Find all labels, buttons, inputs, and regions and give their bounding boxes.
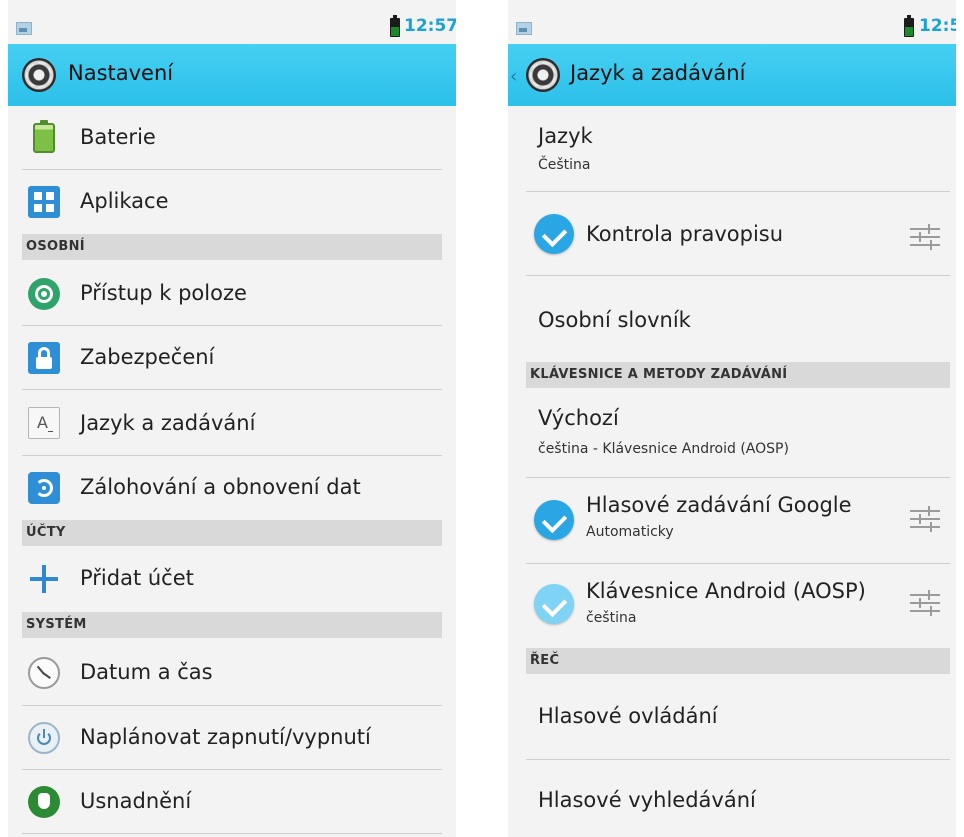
language-icon: A (28, 407, 60, 439)
aosp-keyboard-checkbox[interactable] (534, 584, 574, 624)
voice-search-setting[interactable]: Hlasové vyhledávání (508, 760, 956, 837)
settings-gear-icon[interactable] (526, 58, 560, 92)
status-time: 12:57 (404, 16, 456, 36)
item-label: Hlasové ovládání (538, 704, 718, 728)
status-bar: 12:57 (8, 0, 456, 44)
item-label: Baterie (80, 125, 156, 149)
section-header-system: SYSTÉM (22, 612, 442, 638)
item-label: Jazyk a zadávání (80, 411, 256, 435)
accessibility-icon (28, 786, 60, 818)
image-notification-icon (16, 22, 32, 35)
item-value: Čeština (538, 157, 591, 173)
item-label: Osobní slovník (538, 308, 691, 332)
settings-item-apps[interactable]: Aplikace (8, 170, 456, 234)
default-input-setting[interactable]: Výchozí čeština - Klávesnice Android (AO… (508, 390, 956, 478)
settings-item-accessibility[interactable]: Usnadnění (8, 770, 456, 834)
language-setting[interactable]: Jazyk Čeština (508, 106, 956, 192)
settings-gear-icon[interactable] (22, 58, 56, 92)
section-header-keyboards: KLÁVESNICE A METODY ZADÁVÁNÍ (526, 362, 950, 388)
backup-icon (28, 472, 60, 504)
status-time: 12:57 (919, 16, 956, 36)
item-label: Datum a čas (80, 660, 213, 684)
google-voice-typing-setting[interactable]: Hlasové zadávání Google Automaticky (508, 478, 956, 564)
section-header-speech: ŘEČ (526, 648, 950, 674)
item-label: Hlasové zadávání Google (586, 493, 852, 517)
settings-item-schedule-power[interactable]: Naplánovat zapnutí/vypnutí (8, 706, 456, 770)
personal-dictionary-setting[interactable]: Osobní slovník (508, 276, 956, 362)
action-bar: ‹ Jazyk a zadávání (508, 44, 956, 106)
lock-icon (28, 342, 60, 374)
settings-item-security[interactable]: Zabezpečení (8, 326, 456, 390)
item-label: Jazyk (538, 124, 593, 148)
item-label: Hlasové vyhledávání (538, 788, 756, 812)
section-header-personal: OSOBNÍ (22, 234, 442, 260)
settings-item-location[interactable]: Přístup k poloze (8, 262, 456, 326)
location-icon (28, 278, 60, 310)
item-value: čeština (586, 610, 637, 626)
google-voice-checkbox[interactable] (534, 500, 574, 540)
item-label: Zálohování a obnovení dat (80, 475, 361, 499)
settings-item-add-account[interactable]: Přidat účet (8, 548, 456, 612)
item-value: čeština - Klávesnice Android (AOSP) (538, 441, 789, 457)
plus-icon (28, 563, 60, 595)
item-label: Usnadnění (80, 789, 192, 813)
settings-item-language[interactable]: A Jazyk a zadávání (8, 390, 456, 456)
language-input-screen: 12:57 ‹ Jazyk a zadávání Jazyk Čeština K… (508, 0, 956, 837)
item-label: Zabezpečení (80, 345, 215, 369)
item-label: Kontrola pravopisu (586, 222, 784, 246)
item-label: Klávesnice Android (AOSP) (586, 579, 866, 603)
settings-item-backup[interactable]: Zálohování a obnovení dat (8, 456, 456, 520)
item-label: Výchozí (538, 406, 619, 430)
battery-icon (33, 120, 55, 153)
voice-control-setting[interactable]: Hlasové ovládání (508, 676, 956, 760)
settings-sliders-icon[interactable] (910, 590, 940, 616)
settings-screen: 12:57 Nastavení Baterie Aplikace OSOBNÍ … (8, 0, 456, 837)
back-chevron-icon[interactable]: ‹ (510, 66, 517, 87)
page-title: Nastavení (68, 61, 174, 85)
clock-icon (28, 657, 60, 689)
spellcheck-setting[interactable]: Kontrola pravopisu (508, 192, 956, 276)
item-label: Přidat účet (80, 566, 194, 590)
item-label: Přístup k poloze (80, 281, 247, 305)
spellcheck-checkbox[interactable] (534, 214, 574, 254)
settings-item-date-time[interactable]: Datum a čas (8, 640, 456, 706)
settings-sliders-icon[interactable] (910, 506, 940, 532)
item-label: Naplánovat zapnutí/vypnutí (80, 725, 371, 749)
settings-sliders-icon[interactable] (910, 224, 940, 250)
item-label: Aplikace (80, 189, 169, 213)
page-title: Jazyk a zadávání (570, 61, 746, 85)
aosp-keyboard-setting[interactable]: Klávesnice Android (AOSP) čeština (508, 564, 956, 648)
battery-status-icon (904, 15, 914, 37)
power-schedule-icon (28, 722, 60, 754)
section-header-accounts: ÚČTY (22, 520, 442, 546)
battery-status-icon (390, 15, 400, 37)
image-notification-icon (516, 22, 532, 35)
settings-item-battery[interactable]: Baterie (8, 106, 456, 170)
action-bar: Nastavení (8, 44, 456, 106)
item-value: Automaticky (586, 524, 674, 540)
status-bar: 12:57 (508, 0, 956, 44)
apps-icon (28, 186, 60, 218)
